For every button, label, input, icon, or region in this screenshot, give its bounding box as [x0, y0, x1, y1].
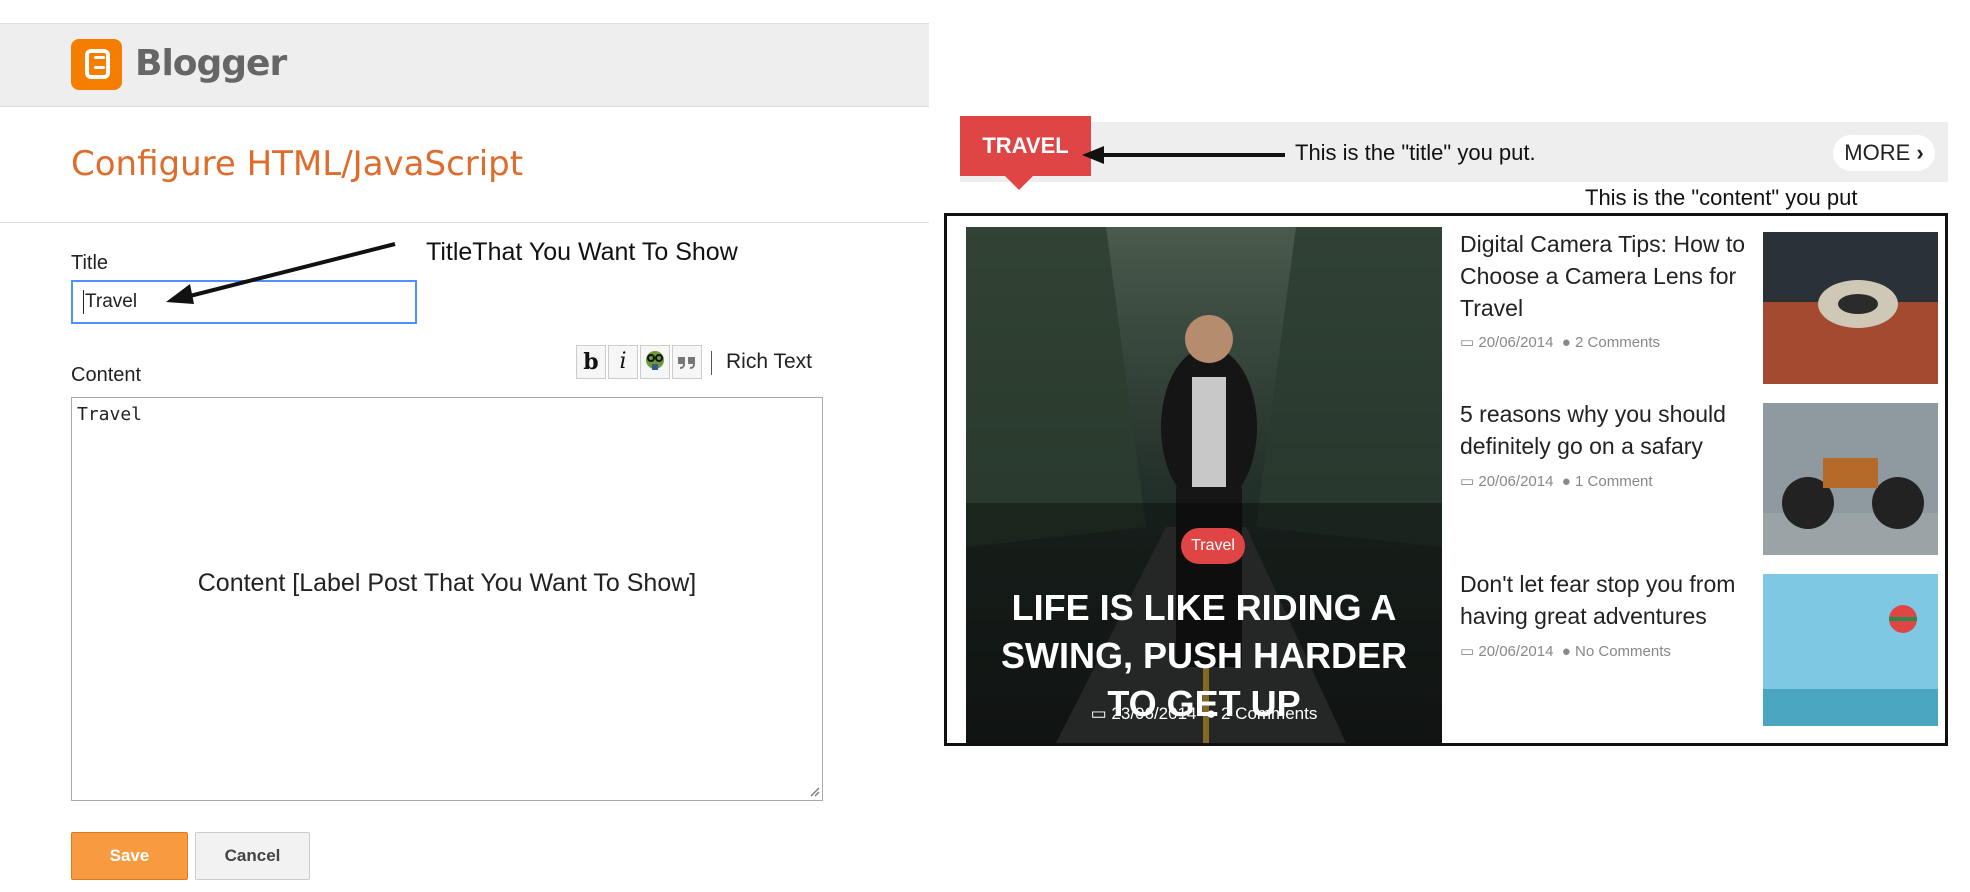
comment-icon: ●	[1205, 704, 1217, 723]
post-title[interactable]: Digital Camera Tips: How to Choose a Cam…	[1460, 228, 1750, 324]
post-date: 20/06/2014	[1478, 334, 1554, 351]
title-label: Title	[71, 252, 109, 274]
featured-post-date: 23/06/2014	[1111, 704, 1197, 723]
blogger-logo-glyph	[85, 49, 110, 79]
resize-handle-icon[interactable]	[809, 786, 820, 797]
chevron-right-icon: ›	[1916, 140, 1924, 165]
widget-content-annotation: This is the "content" you put	[1585, 185, 1858, 210]
featured-post-comments[interactable]: 2 Comments	[1221, 704, 1317, 723]
post-thumbnail[interactable]	[1763, 403, 1938, 555]
rich-text-link[interactable]: Rich Text	[726, 350, 812, 374]
comment-icon: ●	[1561, 334, 1571, 351]
cancel-button[interactable]: Cancel	[195, 832, 310, 880]
page-title: Configure HTML/JavaScript	[71, 144, 524, 184]
annotation-arrow-icon	[1082, 146, 1285, 164]
title-annotation: TitleThat You Want To Show	[426, 238, 738, 266]
annotation-arrow-icon	[166, 242, 396, 304]
divider	[0, 222, 929, 223]
post-meta: ▭ 20/06/2014 ● No Comments	[1460, 642, 1671, 660]
save-button[interactable]: Save	[71, 832, 188, 880]
camera-photo	[1763, 232, 1938, 384]
widget-title-tag: TRAVEL	[960, 116, 1091, 176]
post-comments[interactable]: 1 Comment	[1575, 473, 1653, 490]
featured-category-badge[interactable]: Travel	[1181, 528, 1245, 564]
blogger-logo-line	[94, 66, 105, 69]
calendar-icon: ▭	[1460, 643, 1475, 660]
more-label: MORE	[1844, 140, 1911, 165]
content-textarea[interactable]	[71, 397, 823, 801]
toolbar-separator	[711, 351, 712, 375]
post-meta: ▭ 20/06/2014 ● 2 Comments	[1460, 333, 1660, 351]
post-title[interactable]: Don't let fear stop you from having grea…	[1460, 568, 1750, 632]
post-thumbnail[interactable]	[1763, 232, 1938, 384]
widget-tag-pointer	[1005, 176, 1033, 190]
post-meta: ▭ 20/06/2014 ● 1 Comment	[1460, 472, 1653, 490]
featured-post-meta: ▭ 23/06/2014 ● 2 Comments	[966, 704, 1442, 724]
link-icon	[646, 351, 664, 370]
more-button[interactable]: MORE ›	[1833, 135, 1935, 171]
calendar-icon: ▭	[1460, 473, 1475, 490]
content-annotation: Content [Label Post That You Want To Sho…	[197, 569, 697, 597]
italic-button[interactable]: i	[608, 345, 638, 379]
link-button[interactable]	[640, 345, 670, 379]
post-thumbnail[interactable]	[1763, 574, 1938, 726]
post-date: 20/06/2014	[1478, 643, 1554, 660]
motorcycle-photo	[1763, 403, 1938, 555]
bold-button[interactable]: b	[576, 345, 606, 379]
calendar-icon: ▭	[1090, 704, 1107, 723]
parasail-photo	[1763, 574, 1938, 726]
comment-icon: ●	[1561, 473, 1571, 490]
widget-title-annotation: This is the "title" you put.	[1295, 140, 1536, 165]
text-cursor	[83, 290, 84, 314]
calendar-icon: ▭	[1460, 334, 1475, 351]
post-comments[interactable]: No Comments	[1575, 643, 1671, 660]
content-value: Travel	[77, 404, 143, 425]
post-title[interactable]: 5 reasons why you should definitely go o…	[1460, 398, 1750, 462]
comment-icon: ●	[1561, 643, 1571, 660]
post-comments[interactable]: 2 Comments	[1575, 334, 1660, 351]
blogger-brand[interactable]: Blogger	[135, 43, 287, 84]
content-label: Content	[71, 364, 142, 386]
blogger-logo-line	[94, 56, 105, 59]
quote-button[interactable]	[672, 345, 702, 379]
post-date: 20/06/2014	[1478, 473, 1554, 490]
quote-icon	[678, 357, 695, 369]
